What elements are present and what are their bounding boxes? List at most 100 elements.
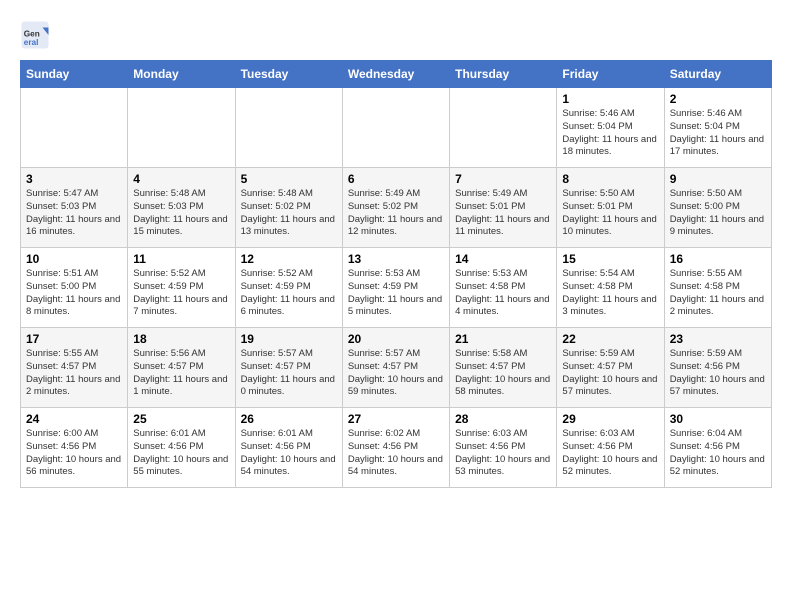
calendar-cell: 24Sunrise: 6:00 AM Sunset: 4:56 PM Dayli…	[21, 408, 128, 488]
day-number: 25	[133, 412, 229, 426]
calendar-cell	[21, 88, 128, 168]
day-info: Sunrise: 5:59 AM Sunset: 4:56 PM Dayligh…	[670, 348, 766, 399]
calendar-cell: 1 Sunrise: 5:46 AM Sunset: 5:04 PM Daylig…	[557, 88, 664, 168]
day-info: Sunrise: 5:48 AM Sunset: 5:02 PM Dayligh…	[241, 188, 337, 239]
day-info: Sunrise: 5:53 AM Sunset: 4:59 PM Dayligh…	[348, 268, 444, 319]
day-number: 19	[241, 332, 337, 346]
day-info: Sunrise: 5:55 AM Sunset: 4:58 PM Dayligh…	[670, 268, 766, 319]
day-info: Sunrise: 5:49 AM Sunset: 5:01 PM Dayligh…	[455, 188, 551, 239]
calendar-header-row: SundayMondayTuesdayWednesdayThursdayFrid…	[21, 61, 772, 88]
calendar-cell: 28 Sunrise: 6:03 AM Sunset: 4:56 PM Dayli…	[450, 408, 557, 488]
calendar-cell: 22Sunrise: 5:59 AM Sunset: 4:57 PM Dayli…	[557, 328, 664, 408]
day-info: Sunrise: 5:50 AM Sunset: 5:00 PM Dayligh…	[670, 188, 766, 239]
day-number: 29	[562, 412, 658, 426]
day-info: Sunrise: 5:59 AM Sunset: 4:57 PM Dayligh…	[562, 348, 658, 399]
calendar-cell: 17 Sunrise: 5:55 AM Sunset: 4:57 PM Dayli…	[21, 328, 128, 408]
day-info: Sunrise: 5:52 AM Sunset: 4:59 PM Dayligh…	[241, 268, 337, 319]
day-number: 13	[348, 252, 444, 266]
day-number: 4	[133, 172, 229, 186]
day-number: 8	[562, 172, 658, 186]
calendar-cell: 15 Sunrise: 5:54 AM Sunset: 4:58 PM Dayli…	[557, 248, 664, 328]
logo-icon: Gen eral	[20, 20, 50, 50]
day-number: 5	[241, 172, 337, 186]
calendar-cell	[235, 88, 342, 168]
calendar-cell: 18Sunrise: 5:56 AM Sunset: 4:57 PM Dayli…	[128, 328, 235, 408]
day-number: 14	[455, 252, 551, 266]
calendar-cell: 19 Sunrise: 5:57 AM Sunset: 4:57 PM Dayli…	[235, 328, 342, 408]
day-info: Sunrise: 5:55 AM Sunset: 4:57 PM Dayligh…	[26, 348, 122, 399]
svg-text:eral: eral	[24, 38, 39, 47]
day-number: 27	[348, 412, 444, 426]
calendar-cell: 10Sunrise: 5:51 AM Sunset: 5:00 PM Dayli…	[21, 248, 128, 328]
day-number: 7	[455, 172, 551, 186]
day-number: 20	[348, 332, 444, 346]
calendar-cell: 3 Sunrise: 5:47 AM Sunset: 5:03 PM Daylig…	[21, 168, 128, 248]
calendar-cell: 5 Sunrise: 5:48 AM Sunset: 5:02 PM Daylig…	[235, 168, 342, 248]
calendar-cell: 2 Sunrise: 5:46 AM Sunset: 5:04 PM Daylig…	[664, 88, 771, 168]
day-info: Sunrise: 6:01 AM Sunset: 4:56 PM Dayligh…	[133, 428, 229, 479]
calendar-cell: 8 Sunrise: 5:50 AM Sunset: 5:01 PM Daylig…	[557, 168, 664, 248]
day-number: 16	[670, 252, 766, 266]
day-number: 24	[26, 412, 122, 426]
day-number: 15	[562, 252, 658, 266]
day-info: Sunrise: 5:46 AM Sunset: 5:04 PM Dayligh…	[670, 108, 766, 159]
calendar-cell: 11 Sunrise: 5:52 AM Sunset: 4:59 PM Dayli…	[128, 248, 235, 328]
calendar-cell: 13 Sunrise: 5:53 AM Sunset: 4:59 PM Dayli…	[342, 248, 449, 328]
day-number: 6	[348, 172, 444, 186]
day-info: Sunrise: 6:04 AM Sunset: 4:56 PM Dayligh…	[670, 428, 766, 479]
day-info: Sunrise: 5:54 AM Sunset: 4:58 PM Dayligh…	[562, 268, 658, 319]
calendar-header-wednesday: Wednesday	[342, 61, 449, 88]
calendar-week-row: 1 Sunrise: 5:46 AM Sunset: 5:04 PM Daylig…	[21, 88, 772, 168]
day-info: Sunrise: 6:02 AM Sunset: 4:56 PM Dayligh…	[348, 428, 444, 479]
day-info: Sunrise: 6:03 AM Sunset: 4:56 PM Dayligh…	[455, 428, 551, 479]
day-number: 2	[670, 92, 766, 106]
calendar-header-tuesday: Tuesday	[235, 61, 342, 88]
day-info: Sunrise: 6:03 AM Sunset: 4:56 PM Dayligh…	[562, 428, 658, 479]
calendar-header-thursday: Thursday	[450, 61, 557, 88]
calendar-week-row: 17 Sunrise: 5:55 AM Sunset: 4:57 PM Dayli…	[21, 328, 772, 408]
day-info: Sunrise: 5:47 AM Sunset: 5:03 PM Dayligh…	[26, 188, 122, 239]
day-number: 3	[26, 172, 122, 186]
day-info: Sunrise: 5:52 AM Sunset: 4:59 PM Dayligh…	[133, 268, 229, 319]
day-number: 23	[670, 332, 766, 346]
day-info: Sunrise: 5:51 AM Sunset: 5:00 PM Dayligh…	[26, 268, 122, 319]
calendar-week-row: 3 Sunrise: 5:47 AM Sunset: 5:03 PM Daylig…	[21, 168, 772, 248]
day-number: 11	[133, 252, 229, 266]
day-info: Sunrise: 5:57 AM Sunset: 4:57 PM Dayligh…	[241, 348, 337, 399]
calendar-cell	[450, 88, 557, 168]
calendar-cell: 29 Sunrise: 6:03 AM Sunset: 4:56 PM Dayli…	[557, 408, 664, 488]
calendar-cell: 21Sunrise: 5:58 AM Sunset: 4:57 PM Dayli…	[450, 328, 557, 408]
calendar-cell: 26Sunrise: 6:01 AM Sunset: 4:56 PM Dayli…	[235, 408, 342, 488]
calendar-cell	[128, 88, 235, 168]
day-number: 17	[26, 332, 122, 346]
calendar-cell: 23 Sunrise: 5:59 AM Sunset: 4:56 PM Dayli…	[664, 328, 771, 408]
day-number: 1	[562, 92, 658, 106]
header: Gen eral	[20, 20, 772, 50]
day-info: Sunrise: 5:57 AM Sunset: 4:57 PM Dayligh…	[348, 348, 444, 399]
calendar-header-friday: Friday	[557, 61, 664, 88]
calendar-cell: 12Sunrise: 5:52 AM Sunset: 4:59 PM Dayli…	[235, 248, 342, 328]
day-info: Sunrise: 5:49 AM Sunset: 5:02 PM Dayligh…	[348, 188, 444, 239]
calendar-cell: 16 Sunrise: 5:55 AM Sunset: 4:58 PM Dayli…	[664, 248, 771, 328]
calendar-cell: 20 Sunrise: 5:57 AM Sunset: 4:57 PM Dayli…	[342, 328, 449, 408]
calendar-header-monday: Monday	[128, 61, 235, 88]
calendar-cell: 25 Sunrise: 6:01 AM Sunset: 4:56 PM Dayli…	[128, 408, 235, 488]
calendar-cell: 7 Sunrise: 5:49 AM Sunset: 5:01 PM Daylig…	[450, 168, 557, 248]
calendar-cell: 9 Sunrise: 5:50 AM Sunset: 5:00 PM Daylig…	[664, 168, 771, 248]
day-number: 28	[455, 412, 551, 426]
day-info: Sunrise: 5:48 AM Sunset: 5:03 PM Dayligh…	[133, 188, 229, 239]
day-number: 9	[670, 172, 766, 186]
day-number: 30	[670, 412, 766, 426]
calendar-week-row: 10Sunrise: 5:51 AM Sunset: 5:00 PM Dayli…	[21, 248, 772, 328]
day-number: 21	[455, 332, 551, 346]
day-number: 26	[241, 412, 337, 426]
day-info: Sunrise: 5:50 AM Sunset: 5:01 PM Dayligh…	[562, 188, 658, 239]
day-info: Sunrise: 5:56 AM Sunset: 4:57 PM Dayligh…	[133, 348, 229, 399]
calendar-header-sunday: Sunday	[21, 61, 128, 88]
day-info: Sunrise: 5:46 AM Sunset: 5:04 PM Dayligh…	[562, 108, 658, 159]
calendar-cell: 4 Sunrise: 5:48 AM Sunset: 5:03 PM Daylig…	[128, 168, 235, 248]
calendar: SundayMondayTuesdayWednesdayThursdayFrid…	[20, 60, 772, 488]
logo: Gen eral	[20, 20, 54, 50]
calendar-cell: 14Sunrise: 5:53 AM Sunset: 4:58 PM Dayli…	[450, 248, 557, 328]
calendar-cell	[342, 88, 449, 168]
